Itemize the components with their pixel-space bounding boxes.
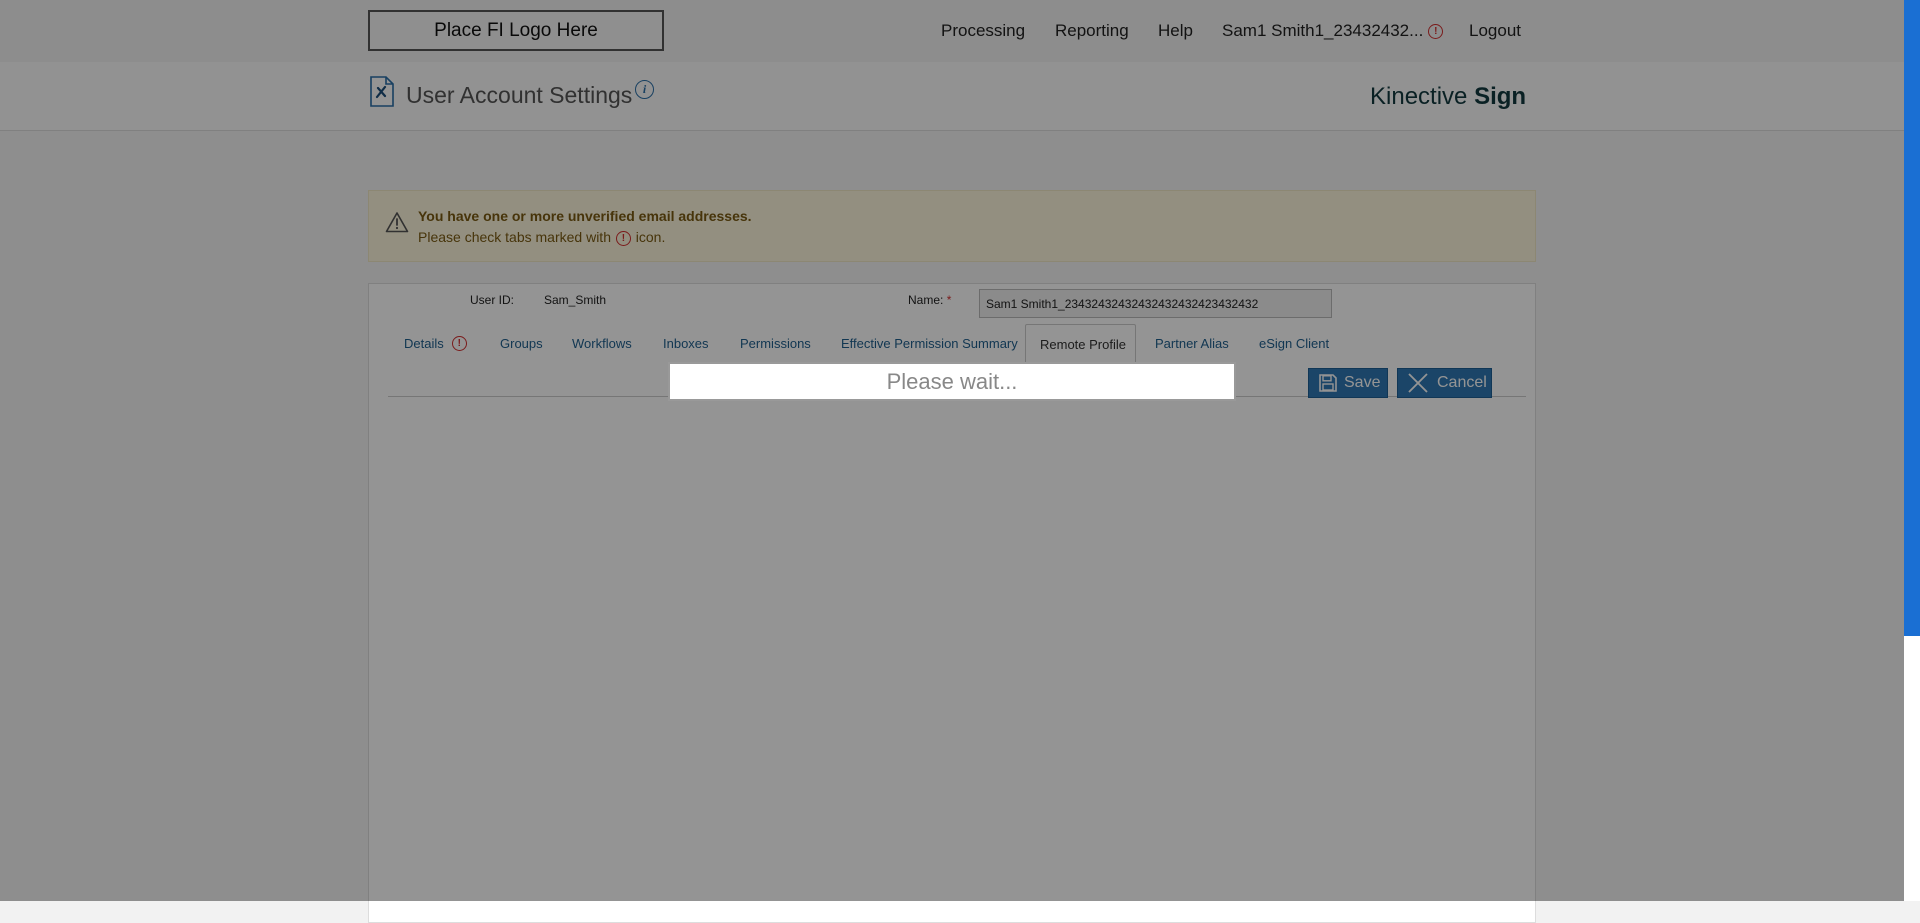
please-wait-dialog: Please wait... (668, 362, 1236, 401)
scrollbar-thumb[interactable] (1904, 0, 1920, 636)
loading-overlay (0, 0, 1904, 901)
